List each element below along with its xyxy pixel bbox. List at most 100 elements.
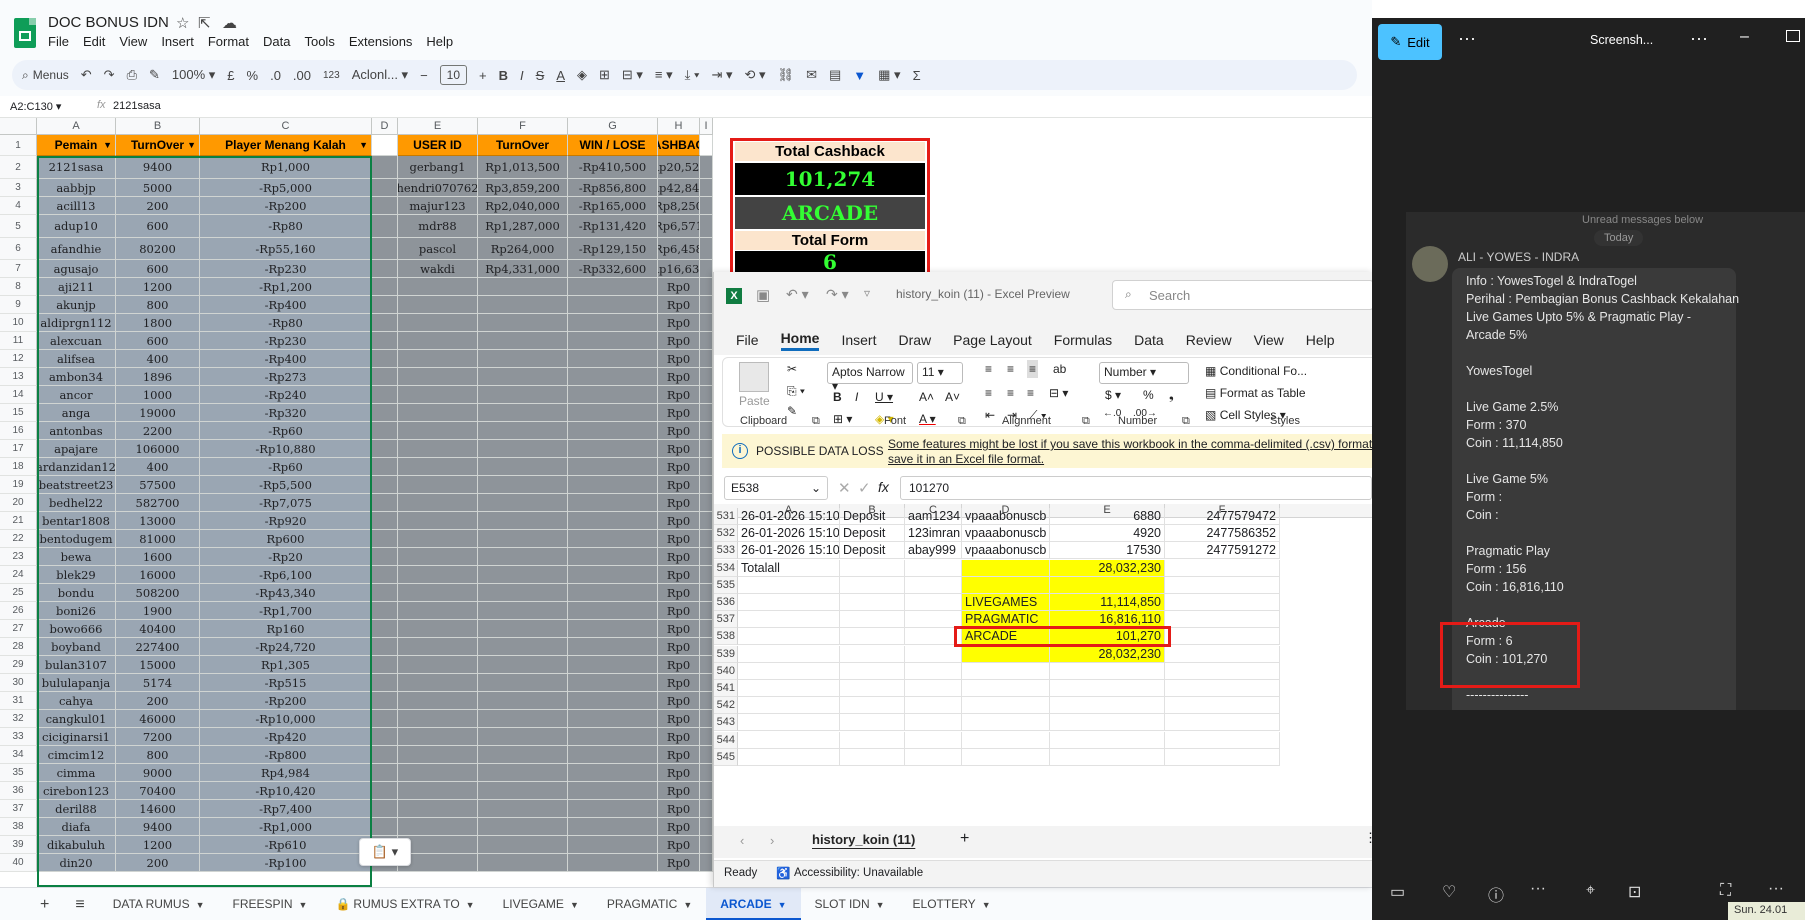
empty-cell[interactable] — [372, 278, 398, 296]
data-cell[interactable]: 582700 — [116, 494, 200, 512]
tab-pragmatic[interactable]: PRAGMATIC ▼ — [593, 888, 706, 920]
empty-cell[interactable] — [372, 260, 398, 278]
column-header-a[interactable]: A — [37, 118, 116, 135]
empty-cell[interactable] — [700, 332, 713, 350]
empty-cell[interactable] — [478, 458, 568, 476]
insert-function-icon[interactable]: fx — [878, 479, 889, 495]
underline-icon[interactable]: U ▾ — [875, 390, 893, 404]
data-cell[interactable]: 19000 — [116, 404, 200, 422]
ribbon-tab-data[interactable]: Data — [1134, 332, 1164, 348]
title-more-icon[interactable]: ··· — [1690, 28, 1708, 49]
empty-cell[interactable] — [398, 404, 478, 422]
empty-cell[interactable] — [372, 638, 398, 656]
excel-row-header[interactable]: 531 — [714, 508, 738, 525]
empty-cell[interactable]: Rp0 — [658, 440, 700, 458]
align-left-icon[interactable]: ≡ — [985, 386, 992, 400]
excel-cell[interactable]: Deposit — [840, 542, 905, 559]
paste-icon[interactable] — [739, 362, 769, 392]
data-cell[interactable]: 46000 — [116, 710, 200, 728]
data-cell[interactable]: din20 — [37, 854, 116, 872]
data-cell[interactable]: -Rp60 — [200, 458, 372, 476]
row-header[interactable]: 16 — [0, 422, 37, 440]
data-cell[interactable]: -Rp400 — [200, 296, 372, 314]
grow-font-icon[interactable]: A˄ — [919, 390, 934, 404]
data-cell[interactable]: 1900 — [116, 602, 200, 620]
data-cell[interactable]: apajare — [37, 440, 116, 458]
cloud-status-icon[interactable]: ☁ — [222, 14, 237, 32]
empty-cell[interactable] — [372, 476, 398, 494]
excel-cell[interactable] — [905, 680, 962, 697]
excel-cell[interactable] — [738, 594, 840, 611]
star-icon[interactable]: ☆ — [176, 14, 189, 32]
data-cell[interactable]: Rp6,571 — [658, 215, 700, 238]
empty-cell[interactable] — [398, 440, 478, 458]
empty-cell[interactable] — [700, 692, 713, 710]
excel-row-header[interactable]: 532 — [714, 525, 738, 542]
excel-cell[interactable] — [738, 714, 840, 731]
data-cell[interactable]: bondu — [37, 584, 116, 602]
visual-search-icon[interactable]: ⌖ — [1586, 882, 1595, 900]
data-cell[interactable]: 57500 — [116, 476, 200, 494]
conditional-format-button[interactable]: ▦ Conditional Fo... — [1205, 364, 1307, 378]
empty-cell[interactable] — [700, 422, 713, 440]
data-cell[interactable]: -Rp10,420 — [200, 782, 372, 800]
excel-cell[interactable] — [905, 560, 962, 577]
empty-cell[interactable] — [398, 764, 478, 782]
data-cell[interactable]: 15000 — [116, 656, 200, 674]
column-header-h[interactable]: H — [658, 118, 700, 135]
excel-cell[interactable]: Deposit — [840, 525, 905, 542]
data-cell[interactable]: aabbjp — [37, 179, 116, 197]
data-cell[interactable]: 2200 — [116, 422, 200, 440]
excel-cell[interactable] — [1165, 714, 1280, 731]
align-middle-icon[interactable]: ≡ — [1007, 362, 1014, 376]
row-header[interactable]: 15 — [0, 404, 37, 422]
row-header[interactable]: 11 — [0, 332, 37, 350]
ribbon-tab-draw[interactable]: Draw — [898, 332, 931, 348]
data-cell[interactable]: Rp8,250 — [658, 197, 700, 215]
empty-cell[interactable]: Rp0 — [658, 674, 700, 692]
empty-cell[interactable]: Rp0 — [658, 692, 700, 710]
empty-cell[interactable] — [398, 494, 478, 512]
empty-cell[interactable] — [372, 620, 398, 638]
excel-cell[interactable]: 28,032,230 — [1050, 560, 1165, 577]
data-cell[interactable]: 200 — [116, 854, 200, 872]
data-cell[interactable]: 9400 — [116, 156, 200, 179]
excel-cell[interactable] — [738, 611, 840, 628]
data-cell[interactable]: -Rp240 — [200, 386, 372, 404]
excel-cell[interactable] — [962, 663, 1050, 680]
column-title[interactable]: Player Menang Kalah ▼ — [200, 135, 372, 156]
excel-cell[interactable]: 123imran — [905, 525, 962, 542]
data-cell[interactable]: alexcuan — [37, 332, 116, 350]
excel-row-header[interactable]: 540 — [714, 663, 738, 680]
column-header-d[interactable]: D — [372, 118, 398, 135]
empty-cell[interactable]: Rp0 — [658, 602, 700, 620]
undo-icon[interactable]: ↶ — [81, 67, 92, 83]
empty-cell[interactable] — [372, 494, 398, 512]
merge-cells-icon[interactable]: ⊟ ▾ — [622, 67, 643, 83]
paste-options-icon[interactable]: 📋 ▾ — [359, 838, 411, 866]
empty-cell[interactable] — [372, 818, 398, 836]
data-cell[interactable]: bentar1808 — [37, 512, 116, 530]
menu-tools[interactable]: Tools — [304, 34, 334, 52]
empty-cell[interactable]: Rp0 — [658, 386, 700, 404]
data-cell[interactable]: -Rp55,160 — [200, 238, 372, 260]
move-icon[interactable]: ⇱ — [198, 14, 211, 32]
excel-cell[interactable] — [840, 732, 905, 749]
empty-cell[interactable] — [700, 238, 713, 260]
bold-icon[interactable]: B — [833, 390, 842, 404]
italic-icon[interactable]: I — [520, 68, 524, 83]
empty-cell[interactable] — [398, 584, 478, 602]
empty-cell[interactable] — [700, 764, 713, 782]
empty-cell[interactable] — [568, 386, 658, 404]
empty-cell[interactable] — [700, 800, 713, 818]
empty-cell[interactable] — [478, 314, 568, 332]
data-cell[interactable]: 600 — [116, 215, 200, 238]
data-cell[interactable]: -Rp6,100 — [200, 566, 372, 584]
excel-grid[interactable]: ABCDEF53126-01-2026 15:10:44Depositaam12… — [714, 504, 1374, 812]
filmstrip-icon[interactable]: ▭ — [1390, 882, 1405, 902]
empty-cell[interactable]: Rp0 — [658, 314, 700, 332]
data-cell[interactable]: majur123 — [398, 197, 478, 215]
tab-livegame[interactable]: LIVEGAME ▼ — [489, 888, 593, 920]
functions-icon[interactable]: Σ — [913, 68, 921, 83]
empty-cell[interactable]: Rp0 — [658, 548, 700, 566]
